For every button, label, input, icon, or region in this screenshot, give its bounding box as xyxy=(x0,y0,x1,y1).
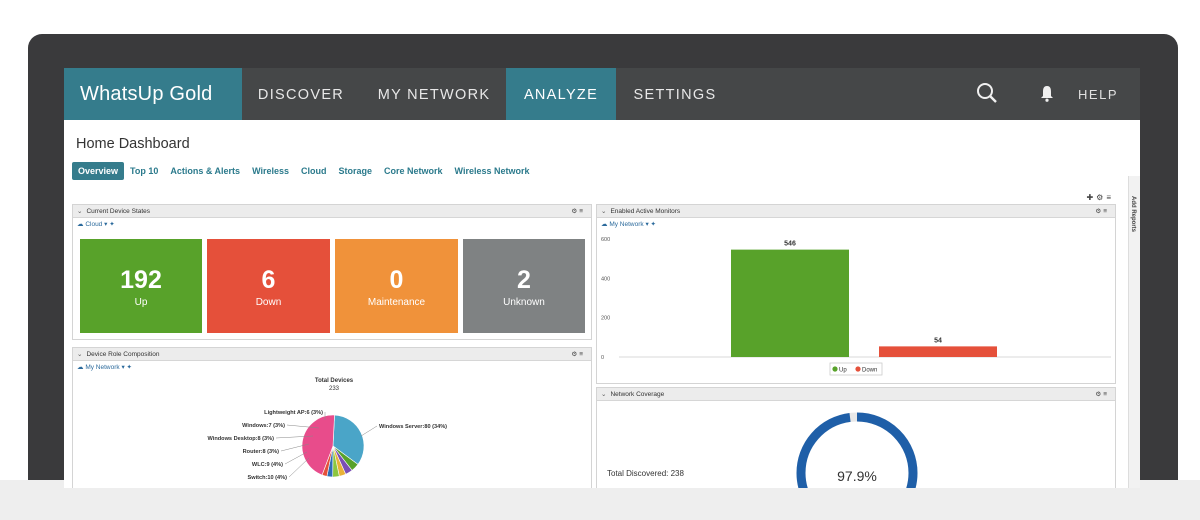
panel-header: ⌄ Network Coverage ⚙≡ xyxy=(597,388,1115,401)
panel-active-monitors: ⌄ Enabled Active Monitors ⚙≡ ☁ My Network… xyxy=(596,204,1116,384)
settings-icon[interactable]: ⚙ xyxy=(1096,193,1106,202)
total-discovered: Total Discovered: 238 xyxy=(607,469,684,478)
pie-label: Switch:10 (4%) xyxy=(248,475,288,481)
filter-label: My Network xyxy=(609,221,644,228)
pie-label: Windows Server:80 (34%) xyxy=(379,424,447,430)
tile-value: 0 xyxy=(389,266,404,294)
bar-down xyxy=(879,346,997,357)
menu-icon[interactable]: ≡ xyxy=(579,208,585,215)
panel-tools: ⚙≡ xyxy=(571,205,585,218)
role-pie-chart: Windows Server:80 (34%) Switch:10 (4%) WLC… xyxy=(208,410,448,481)
panel-tools: ⚙≡ xyxy=(1095,388,1109,401)
bar-up xyxy=(731,249,849,357)
page-title: Home Dashboard xyxy=(76,136,190,152)
tab-core-network[interactable]: Core Network xyxy=(378,162,449,180)
pie-leader-line xyxy=(284,451,308,465)
panel-title: Enabled Active Monitors xyxy=(610,208,681,215)
panel-title: Current Device States xyxy=(86,208,151,215)
tile-label: Maintenance xyxy=(367,297,426,308)
add-icon[interactable]: ✚ xyxy=(1086,193,1096,202)
collapse-icon[interactable]: ⌄ xyxy=(601,391,606,398)
tile-value: 192 xyxy=(120,266,162,294)
dashboard-tabs: Overview Top 10 Actions & Alerts Wireles… xyxy=(72,161,536,181)
legend-swatch xyxy=(855,366,861,372)
bar-data-label: 546 xyxy=(784,241,796,248)
pie-label: Lightweight AP:6 (3%) xyxy=(264,410,323,416)
panel-tools: ⚙≡ xyxy=(1095,205,1109,218)
pie-label: Windows:7 (3%) xyxy=(242,423,285,429)
tile-label: Up xyxy=(134,297,148,308)
tile-value: 2 xyxy=(517,266,531,294)
tab-cloud[interactable]: Cloud xyxy=(295,162,333,180)
chevron-down-icon: ▾ xyxy=(104,221,108,228)
panel-header: ⌄ Current Device States ⚙≡ xyxy=(73,205,591,218)
cloud-icon: ☁ xyxy=(77,221,84,228)
tile-up[interactable]: 192 Up xyxy=(80,239,202,333)
tile-unknown[interactable]: 2 Unknown xyxy=(463,239,585,333)
panel-header: ⌄ Enabled Active Monitors ⚙≡ xyxy=(597,205,1115,218)
tab-actions-alerts[interactable]: Actions & Alerts xyxy=(164,162,246,180)
tile-value: 6 xyxy=(261,266,276,294)
bar-data-label: 54 xyxy=(934,337,942,344)
tab-overview[interactable]: Overview xyxy=(72,162,125,180)
collapse-icon[interactable]: ⌄ xyxy=(77,208,82,215)
panel-title: Network Coverage xyxy=(610,391,665,398)
pie-leader-line xyxy=(360,425,378,437)
collapse-icon[interactable]: ⌄ xyxy=(601,208,606,215)
pie-label: WLC:9 (4%) xyxy=(252,462,283,468)
menu-icon[interactable]: ≡ xyxy=(1103,391,1109,398)
help-link[interactable]: HELP xyxy=(1078,68,1118,120)
pin-icon[interactable]: ✦ xyxy=(109,221,114,228)
tile-maintenance[interactable]: 0 Maintenance xyxy=(335,239,458,333)
nav-my-network[interactable]: MY NETWORK xyxy=(362,68,506,120)
y-tick-label: 200 xyxy=(601,316,610,322)
pie-label: Router:8 (3%) xyxy=(243,449,279,455)
pin-icon[interactable]: ✦ xyxy=(651,221,656,228)
tab-wireless[interactable]: Wireless xyxy=(246,162,295,180)
monitors-bar-chart: 0 200 400 600 546 54 Up Down xyxy=(601,237,1111,376)
menu-icon[interactable]: ≡ xyxy=(1103,208,1109,215)
legend-label: Down xyxy=(862,367,877,373)
coverage-percent: 97.9% xyxy=(837,468,877,484)
filter-label: Cloud xyxy=(85,221,103,228)
legend-swatch xyxy=(832,366,838,372)
top-nav: WhatsUp Gold DISCOVER MY NETWORK ANALYZE… xyxy=(64,68,1140,120)
tab-top-10[interactable]: Top 10 xyxy=(124,162,164,180)
tab-wireless-network[interactable]: Wireless Network xyxy=(449,162,536,180)
panel-network-coverage: ⌄ Network Coverage ⚙≡ Total Discovered: 2… xyxy=(596,387,1116,488)
filter-selector[interactable]: ☁ Cloud ▾ ✦ xyxy=(73,218,591,232)
tile-label: Unknown xyxy=(503,297,545,308)
nav-settings[interactable]: SETTINGS xyxy=(616,68,734,120)
pie-label: Windows Desktop:8 (3%) xyxy=(208,436,275,442)
search-icon[interactable] xyxy=(976,82,998,109)
nav-analyze[interactable]: ANALYZE xyxy=(506,68,616,120)
tile-down[interactable]: 6 Down xyxy=(207,239,330,333)
y-tick-label: 400 xyxy=(601,276,610,282)
app-logo[interactable]: WhatsUp Gold xyxy=(64,68,242,120)
add-reports-rail[interactable]: Add Reports xyxy=(1128,176,1140,488)
y-tick-label: 0 xyxy=(601,355,604,361)
app-screen: WhatsUp Gold DISCOVER MY NETWORK ANALYZE… xyxy=(64,68,1140,488)
network-icon: ☁ xyxy=(601,221,608,228)
bell-icon[interactable] xyxy=(1040,85,1054,108)
chevron-down-icon: ▾ xyxy=(645,221,649,228)
panel-role-composition: ⌄ Device Role Composition ⚙≡ ☁ My Network… xyxy=(72,347,592,488)
legend-label: Up xyxy=(839,367,847,373)
panel-device-states: ⌄ Current Device States ⚙≡ ☁ Cloud ▾ ✦ 19… xyxy=(72,204,592,340)
y-tick-label: 600 xyxy=(601,237,610,243)
menu-icon[interactable]: ≡ xyxy=(1106,193,1114,202)
nav-discover[interactable]: DISCOVER xyxy=(242,68,360,120)
add-reports-label: Add Reports xyxy=(1130,196,1136,232)
dashboard-tools: ✚⚙≡ xyxy=(1086,193,1114,202)
filter-selector[interactable]: ☁ My Network ▾ ✦ xyxy=(597,218,1115,232)
tab-storage[interactable]: Storage xyxy=(333,162,379,180)
pie-leader-line xyxy=(288,457,310,478)
tile-label: Down xyxy=(255,297,282,308)
